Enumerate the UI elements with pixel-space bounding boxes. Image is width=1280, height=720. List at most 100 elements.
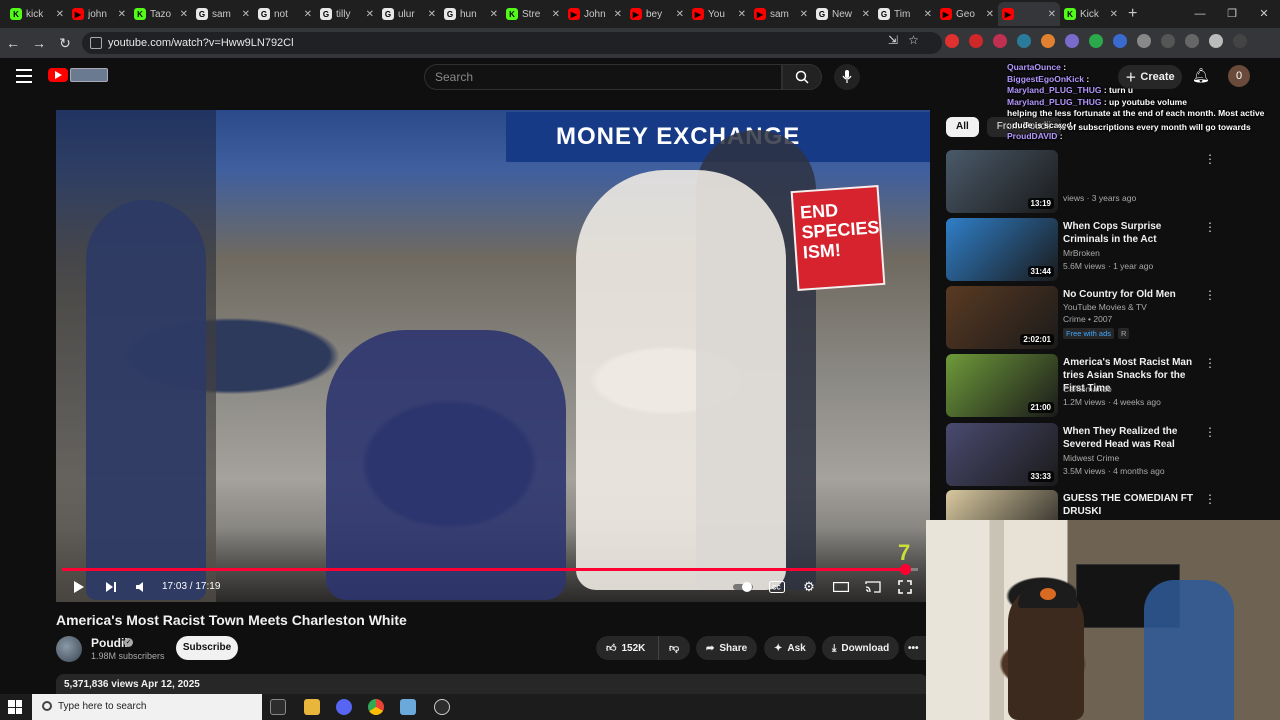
more-actions-button[interactable]: ••• [904,636,928,660]
more-options-icon[interactable]: ⋮ [1204,425,1216,439]
cast-icon[interactable] [864,578,882,596]
extension-icon[interactable] [1113,34,1127,48]
close-tab-icon[interactable]: ✕ [304,9,312,20]
side-panel-icon[interactable] [1161,34,1175,48]
voice-search-button[interactable] [834,64,860,90]
recommended-video[interactable]: 33:33 When They Realized the Severed Head… [946,423,1246,487]
extension-icon[interactable] [1017,34,1031,48]
video-progress-bar[interactable] [62,564,918,575]
subscribe-button[interactable]: Subscribe [176,636,238,660]
browser-tab[interactable]: ▶ john ✕ [68,2,130,26]
close-tab-icon[interactable]: ✕ [986,9,994,20]
recommended-video[interactable]: 31:44 When Cops Surprise Criminals in the… [946,218,1246,282]
minimize-icon[interactable]: — [1184,0,1216,28]
youtube-logo-icon[interactable] [48,68,68,82]
recommended-video[interactable]: 13:19 views · 3 years ago ⋮ [946,150,1246,214]
dislike-button[interactable]: 👎︎ [658,636,690,660]
app-icon[interactable] [434,699,450,715]
taskbar-search-input[interactable]: Type here to search [32,694,262,720]
channel-avatar[interactable] [56,636,82,662]
menu-icon[interactable] [16,69,32,83]
discord-icon[interactable] [336,699,352,715]
like-button[interactable]: 👍︎ 152K [596,636,658,660]
autoplay-toggle[interactable] [732,578,756,596]
forward-icon[interactable]: → [26,35,52,51]
browser-tab[interactable]: Gnot ✕ [254,2,316,26]
reload-icon[interactable]: ↻ [52,35,78,52]
chrome-menu-icon[interactable] [1233,34,1247,48]
video-thumbnail[interactable]: 21:00 [946,354,1058,417]
recommended-channel[interactable]: Cantomando [1063,384,1112,394]
browser-tab[interactable]: ▶ John ✕ [564,2,626,26]
video-thumbnail[interactable]: 13:19 [946,150,1058,213]
close-tab-icon[interactable]: ✕ [738,9,746,20]
play-icon[interactable] [70,578,88,596]
close-window-icon[interactable]: ✕ [1248,0,1280,28]
more-options-icon[interactable]: ⋮ [1204,152,1216,166]
address-bar[interactable]: youtube.com/watch?v=Hww9LN792Cl [82,32,942,54]
more-options-icon[interactable]: ⋮ [1204,288,1216,302]
description-box[interactable]: 5,371,836 views Apr 12, 2025 [56,674,928,694]
bookmark-star-icon[interactable]: ☆ [908,33,919,47]
new-tab-button[interactable]: + [1128,5,1137,23]
site-info-icon[interactable] [90,37,102,49]
settings-gear-icon[interactable]: ⚙ [800,578,818,596]
browser-tab[interactable]: ▶ You ✕ [688,2,750,26]
channel-name[interactable]: Poudii [91,636,128,650]
video-thumbnail[interactable]: 2:02:01 [946,286,1058,349]
app-icon[interactable] [400,699,416,715]
extension-icon[interactable] [969,34,983,48]
close-tab-icon[interactable]: ✕ [862,9,870,20]
recommended-channel[interactable]: MrBroken [1063,248,1100,258]
ask-button[interactable]: ✦ Ask [764,636,816,660]
browser-tab[interactable]: Kkick ✕ [6,2,68,26]
close-tab-icon[interactable]: ✕ [552,9,560,20]
extension-icon[interactable] [945,34,959,48]
extension-icon[interactable] [1041,34,1055,48]
search-input[interactable]: Search [424,64,782,90]
close-tab-icon[interactable]: ✕ [490,9,498,20]
close-tab-icon[interactable]: ✕ [800,9,808,20]
close-tab-icon[interactable]: ✕ [676,9,684,20]
task-view-icon[interactable] [270,699,286,715]
browser-tab[interactable]: Gulur ✕ [378,2,440,26]
browser-tab[interactable]: K Stre ✕ [502,2,564,26]
video-thumbnail[interactable]: 31:44 [946,218,1058,281]
recommended-channel[interactable]: Midwest Crime [1063,453,1119,463]
maximize-icon[interactable]: ❐ [1216,0,1248,28]
share-button[interactable]: ➦ Share [696,636,758,660]
more-options-icon[interactable]: ⋮ [1204,356,1216,370]
close-tab-icon[interactable]: ✕ [1048,9,1056,20]
browser-tab[interactable]: K Kick ✕ [1060,2,1122,26]
recommended-video[interactable]: 2:02:01 No Country for Old Men YouTube Mov… [946,286,1246,350]
recommended-channel[interactable]: YouTube Movies & TV [1063,302,1147,312]
extension-icon[interactable] [1065,34,1079,48]
browser-tab[interactable]: ▶ Geo ✕ [936,2,998,26]
download-button[interactable]: ⤓ Download [822,636,900,660]
close-tab-icon[interactable]: ✕ [1110,9,1118,20]
browser-tab[interactable]: Gsam ✕ [192,2,254,26]
install-app-icon[interactable]: ⇲ [888,33,898,47]
close-tab-icon[interactable]: ✕ [428,9,436,20]
recommended-title[interactable]: No Country for Old Men [1063,288,1203,301]
more-options-icon[interactable]: ⋮ [1204,220,1216,234]
close-tab-icon[interactable]: ✕ [118,9,126,20]
windows-start-icon[interactable] [8,700,22,714]
video-player[interactable]: MONEY EXCHANGE END SPECIES ISM! 7 [56,110,930,602]
close-tab-icon[interactable]: ✕ [924,9,932,20]
extension-icon[interactable] [1089,34,1103,48]
close-tab-icon[interactable]: ✕ [614,9,622,20]
chrome-icon[interactable] [368,699,384,715]
extensions-puzzle-icon[interactable] [1137,34,1151,48]
file-explorer-icon[interactable] [304,699,320,715]
close-tab-icon[interactable]: ✕ [56,9,64,20]
browser-tab[interactable]: ▶ sam ✕ [750,2,812,26]
close-tab-icon[interactable]: ✕ [180,9,188,20]
browser-tab[interactable]: G Tim ✕ [874,2,936,26]
close-tab-icon[interactable]: ✕ [366,9,374,20]
search-button[interactable] [782,64,822,90]
extension-icon[interactable] [993,34,1007,48]
browser-tab[interactable]: K Tazo ✕ [130,2,192,26]
chip-all[interactable]: All [946,117,979,137]
video-thumbnail[interactable]: 33:33 [946,423,1058,486]
